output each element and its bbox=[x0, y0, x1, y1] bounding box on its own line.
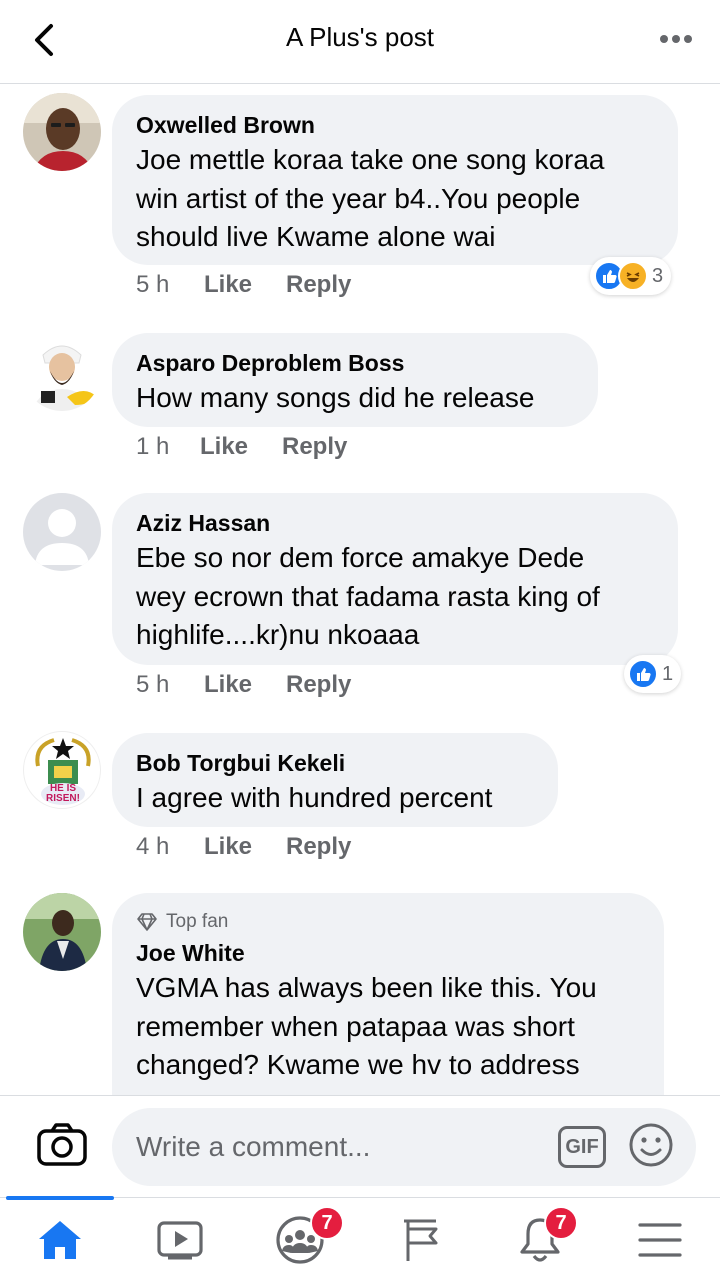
comment-author[interactable]: Bob Torgbui Kekeli bbox=[136, 747, 534, 779]
comment-actions: 5 h Like Reply bbox=[136, 271, 351, 299]
reaction-count: 1 bbox=[662, 662, 674, 685]
comment-text-line: I agree with hundred percent bbox=[136, 782, 493, 813]
nav-groups[interactable]: 7 bbox=[240, 1198, 360, 1280]
comment-text-line: wey ecrown that fadama rasta king of bbox=[136, 580, 600, 612]
reaction-count: 3 bbox=[652, 264, 664, 287]
avatar[interactable] bbox=[23, 493, 101, 571]
camera-button[interactable] bbox=[36, 1122, 88, 1168]
default-profile-icon bbox=[23, 493, 101, 571]
more-options-button[interactable] bbox=[656, 22, 696, 56]
reply-button[interactable]: Reply bbox=[286, 271, 351, 299]
reply-button[interactable]: Reply bbox=[282, 433, 347, 461]
watch-icon bbox=[157, 1220, 203, 1259]
diamond-icon bbox=[137, 913, 157, 931]
camera-icon bbox=[37, 1123, 87, 1166]
smiley-icon bbox=[629, 1123, 673, 1167]
comment-actions: 1 h Like Reply bbox=[136, 433, 347, 461]
nav-watch[interactable] bbox=[120, 1198, 240, 1280]
comment-author[interactable]: Oxwelled Brown bbox=[136, 109, 654, 141]
comment-text-line: VGMA has always been like this. You bbox=[136, 972, 597, 1003]
comment-time[interactable]: 5 h bbox=[136, 671, 204, 699]
comment-input[interactable] bbox=[112, 1108, 696, 1186]
comment-bubble[interactable]: Oxwelled Brown Joe mettle koraa take one… bbox=[112, 95, 678, 265]
emoji-button[interactable] bbox=[628, 1122, 674, 1168]
bottom-navigation: 7 7 bbox=[0, 1196, 720, 1280]
comments-list: Oxwelled Brown Joe mettle koraa take one… bbox=[0, 85, 720, 1095]
menu-icon bbox=[638, 1222, 682, 1257]
like-button[interactable]: Like bbox=[200, 433, 282, 461]
reply-button[interactable]: Reply bbox=[286, 671, 351, 699]
comment-text-line: highlife....kr)nu nkoaaa bbox=[136, 619, 420, 650]
like-reaction-icon bbox=[628, 659, 658, 689]
comment-text-line: Ebe so nor dem force amakye Dede bbox=[136, 542, 585, 573]
like-button[interactable]: Like bbox=[204, 671, 286, 699]
comment-text-line: How many songs did he release bbox=[136, 382, 535, 413]
nav-home[interactable] bbox=[0, 1196, 120, 1280]
avatar-caption: HE IS RISEN! bbox=[46, 783, 80, 804]
reaction-summary[interactable]: 3 bbox=[590, 257, 672, 295]
reaction-summary[interactable]: 1 bbox=[624, 655, 682, 693]
top-bar: A Plus's post bbox=[0, 0, 720, 84]
like-button[interactable]: Like bbox=[204, 833, 286, 861]
page-title: A Plus's post bbox=[285, 22, 435, 52]
top-fan-label: Top fan bbox=[166, 911, 229, 932]
notifications-badge: 7 bbox=[544, 1206, 578, 1240]
comment-text-line: should live Kwame alone wai bbox=[136, 221, 496, 252]
comment-actions: 5 h Like Reply bbox=[136, 671, 351, 699]
nav-pages[interactable] bbox=[360, 1198, 480, 1280]
groups-badge: 7 bbox=[310, 1206, 344, 1240]
comment-bubble[interactable]: Asparo Deproblem Boss How many songs did… bbox=[112, 333, 598, 427]
comment-time[interactable]: 4 h bbox=[136, 833, 204, 861]
like-button[interactable]: Like bbox=[204, 271, 286, 299]
comment-author[interactable]: Aziz Hassan bbox=[136, 507, 654, 539]
gif-button[interactable]: GIF bbox=[558, 1126, 606, 1168]
nav-menu[interactable] bbox=[600, 1198, 720, 1280]
comment-author[interactable]: Joe White bbox=[136, 937, 640, 969]
comment-time[interactable]: 5 h bbox=[136, 271, 204, 299]
comment-text-line: win artist of the year b4..You people bbox=[136, 182, 581, 214]
avatar[interactable] bbox=[23, 333, 101, 411]
comment-author[interactable]: Asparo Deproblem Boss bbox=[136, 347, 574, 379]
comment-composer: GIF bbox=[0, 1095, 720, 1197]
top-fan-badge: Top fan bbox=[136, 907, 640, 937]
comment-text-line: changed? Kwame we hv to address bbox=[136, 1049, 580, 1080]
comment-bubble[interactable]: Top fan Joe White VGMA has always been l… bbox=[112, 893, 664, 1095]
more-dots-icon bbox=[660, 35, 692, 43]
home-icon bbox=[39, 1220, 81, 1259]
nav-notifications[interactable]: 7 bbox=[480, 1198, 600, 1280]
comment-time[interactable]: 1 h bbox=[136, 433, 200, 461]
reply-button[interactable]: Reply bbox=[286, 833, 351, 861]
active-tab-indicator bbox=[6, 1196, 114, 1200]
comment-text-line: remember when patapaa was short bbox=[136, 1010, 575, 1042]
haha-reaction-icon bbox=[618, 261, 648, 291]
comment-actions: 4 h Like Reply bbox=[136, 833, 351, 861]
comment-bubble[interactable]: Bob Torgbui Kekeli I agree with hundred … bbox=[112, 733, 558, 827]
avatar[interactable] bbox=[23, 893, 101, 971]
avatar[interactable]: HE IS RISEN! bbox=[23, 731, 101, 809]
comment-text-line: Joe mettle koraa take one song koraa bbox=[136, 144, 605, 175]
comment-bubble[interactable]: Aziz Hassan Ebe so nor dem force amakye … bbox=[112, 493, 678, 665]
pages-flag-icon bbox=[404, 1219, 438, 1261]
avatar[interactable] bbox=[23, 93, 101, 171]
